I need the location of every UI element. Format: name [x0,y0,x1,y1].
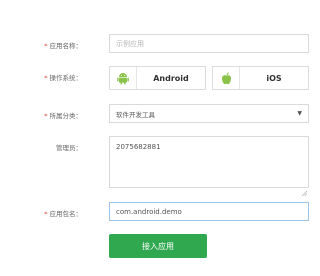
admins-label: 管理员： [56,144,82,152]
admins-textarea[interactable]: 2075682881 [109,136,309,188]
ios-option-label: iOS [266,73,282,83]
category-selected-value: 软件开发工具 [116,110,155,119]
os-label: * 操作系统： [44,74,82,82]
android-icon [110,67,137,89]
app-name-label: * 应用名称： [44,42,82,50]
package-name-label: * 应用包名： [44,210,82,218]
category-select[interactable]: 软件开发工具 ▼ [109,104,309,123]
app-name-input[interactable] [109,34,309,53]
android-option-label: Android [153,73,189,83]
submit-button[interactable]: 接入应用 [109,234,207,258]
android-option-button[interactable]: Android [109,66,206,90]
caret-down-icon: ▼ [297,110,302,117]
category-label: * 所属分类： [44,112,82,120]
ios-option-button[interactable]: iOS [212,66,309,90]
package-name-input[interactable] [109,202,309,221]
apple-icon [213,67,240,89]
resize-handle-icon[interactable] [301,181,308,197]
